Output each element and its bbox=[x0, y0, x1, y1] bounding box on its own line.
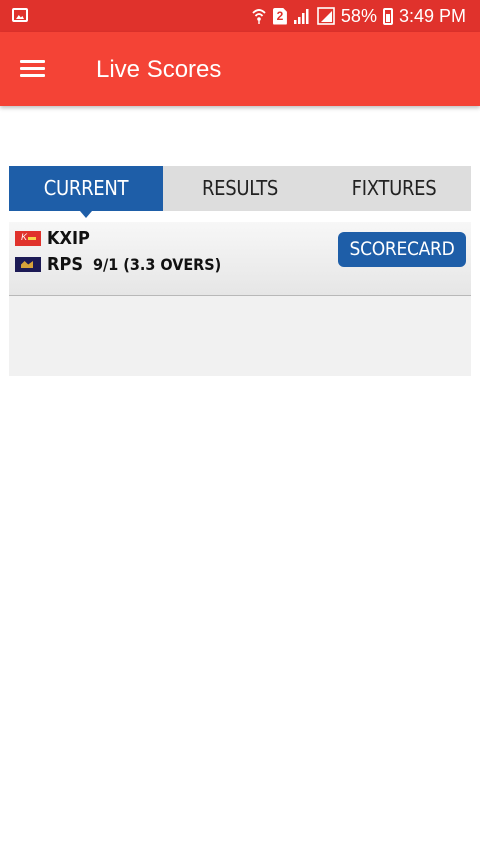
team-two-score: 9/1 (3.3 OVERS) bbox=[93, 255, 222, 274]
tab-fixtures[interactable]: FIXTURES bbox=[317, 166, 471, 211]
kxip-flag-icon bbox=[15, 231, 41, 246]
match-card: KXIP RPS 9/1 (3.3 OVERS) SCORECARD bbox=[9, 222, 471, 376]
signal-strength-2-icon bbox=[317, 7, 335, 25]
gallery-notification-icon bbox=[12, 8, 28, 22]
wifi-calling-icon bbox=[251, 8, 267, 24]
scorecard-button[interactable]: SCORECARD bbox=[338, 232, 466, 267]
match-row[interactable]: KXIP RPS 9/1 (3.3 OVERS) SCORECARD bbox=[9, 222, 471, 296]
battery-percent: 58% bbox=[340, 5, 377, 26]
clock: 3:49 PM bbox=[398, 5, 466, 26]
status-bar: 2 58% 3:49 PM bbox=[0, 0, 480, 32]
page-title: Live Scores bbox=[96, 56, 222, 83]
team-two: RPS 9/1 (3.3 OVERS) bbox=[15, 254, 221, 275]
hamburger-menu-icon[interactable] bbox=[14, 52, 50, 86]
status-icons: 2 58% 3:49 PM bbox=[251, 4, 466, 28]
team-two-name: RPS bbox=[47, 254, 83, 275]
rps-flag-icon bbox=[15, 257, 41, 272]
sim-card-icon: 2 bbox=[272, 7, 287, 25]
battery-icon bbox=[382, 7, 393, 25]
tab-current[interactable]: CURRENT bbox=[9, 166, 163, 218]
team-one-name: KXIP bbox=[47, 228, 90, 249]
score-tabs: CURRENT RESULTS FIXTURES bbox=[9, 166, 471, 218]
signal-strength-icon bbox=[293, 8, 311, 24]
team-one: KXIP bbox=[15, 228, 90, 249]
app-bar: Live Scores bbox=[0, 32, 480, 106]
tab-results[interactable]: RESULTS bbox=[163, 166, 317, 211]
